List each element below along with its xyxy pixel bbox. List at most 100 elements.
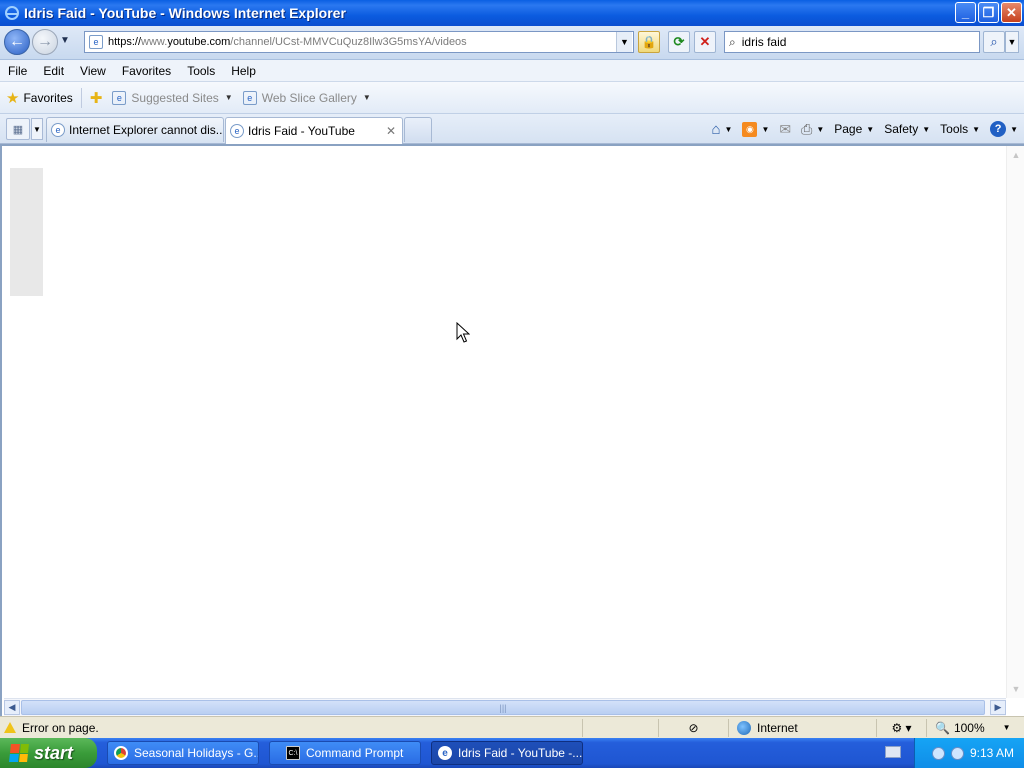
ie-page-icon: e xyxy=(242,90,257,105)
taskbar-item-chrome[interactable]: Seasonal Holidays - G... xyxy=(107,741,259,765)
address-bar[interactable]: e https://www. youtube.com/channel/UCst-M… xyxy=(84,31,634,53)
forward-arrow-icon: → xyxy=(37,33,53,50)
search-value: idris faid xyxy=(741,35,787,49)
fav-suggested-sites[interactable]: e Suggested Sites ▼ xyxy=(112,90,233,105)
scroll-down-icon[interactable]: ▼ xyxy=(1009,682,1023,696)
page-content: ▲ ▼ ◀ ||| ▶ xyxy=(0,144,1024,716)
close-tab-icon[interactable]: ✕ xyxy=(386,124,396,138)
command-bar: ⌂ ▼ ◉ ▼ ✉ ⎙ ▼ Page ▼ Safety ▼ Tools ▼ ? ▼ xyxy=(701,118,1018,140)
task-label: Command Prompt xyxy=(306,746,404,760)
command-prompt-icon: C:\ xyxy=(286,746,300,760)
chevron-down-icon: ▼ xyxy=(362,93,371,102)
forward-button[interactable]: → xyxy=(32,29,58,55)
zoom-level: 100% xyxy=(953,720,985,735)
zone-label: Internet xyxy=(757,720,798,735)
recent-pages-dropdown[interactable]: ▼ xyxy=(60,35,70,46)
new-tab-button[interactable] xyxy=(404,117,432,142)
chevron-down-icon: ▼ xyxy=(972,124,981,134)
help-button[interactable]: ? ▼ xyxy=(990,121,1018,137)
status-message: Error on page. xyxy=(22,720,99,735)
menu-view[interactable]: View xyxy=(72,64,114,78)
search-go-button[interactable]: ⌕ xyxy=(983,31,1005,53)
help-icon: ? xyxy=(990,121,1007,137)
network-icon[interactable] xyxy=(931,746,945,760)
rss-icon: ◉ xyxy=(742,121,758,137)
tab-list-dropdown[interactable]: ▼ xyxy=(31,118,43,140)
close-button[interactable]: ✕ xyxy=(1001,2,1022,23)
printer-icon: ⎙ xyxy=(801,120,813,137)
tools-menu-label: Tools xyxy=(940,122,969,136)
keyboard-icon[interactable] xyxy=(885,746,901,758)
scroll-up-icon[interactable]: ▲ xyxy=(1009,148,1023,162)
window-title: Idris Faid - YouTube - Windows Internet … xyxy=(24,5,346,21)
taskbar-item-cmd[interactable]: C:\ Command Prompt xyxy=(269,741,421,765)
ie-logo-icon xyxy=(5,6,19,20)
chevron-down-icon: ▼ xyxy=(761,124,770,134)
task-label: Idris Faid - YouTube -... xyxy=(458,746,583,760)
tab-youtube[interactable]: e Idris Faid - YouTube ✕ xyxy=(225,117,403,144)
safety-menu[interactable]: Safety ▼ xyxy=(884,122,930,136)
separator xyxy=(80,87,82,108)
popup-blocked-icon[interactable]: ⊘ xyxy=(658,718,728,737)
security-lock-icon[interactable]: 🔒 xyxy=(638,31,660,53)
page-icon: e xyxy=(89,35,103,49)
task-label: Seasonal Holidays - G... xyxy=(134,746,259,760)
address-dropdown[interactable]: ▼ xyxy=(616,32,632,52)
menu-file[interactable]: File xyxy=(0,64,35,78)
horizontal-scrollbar[interactable]: ◀ ||| ▶ xyxy=(4,698,1006,716)
stop-button[interactable]: ✕ xyxy=(694,31,716,53)
scroll-left-icon[interactable]: ◀ xyxy=(4,700,20,715)
fav-web-slice-gallery[interactable]: e Web Slice Gallery ▼ xyxy=(242,90,371,105)
feeds-button[interactable]: ◉ ▼ xyxy=(742,121,770,137)
address-toolbar: ← → ▼ e https://www. youtube.com/channel/… xyxy=(0,26,1024,60)
search-input[interactable]: ⌕ idris faid xyxy=(724,31,980,53)
protected-mode-icon[interactable]: ⚙ ▾ xyxy=(876,718,926,737)
tab-label: Internet Explorer cannot dis... xyxy=(69,123,224,137)
zoom-icon: 🔍 xyxy=(935,720,950,735)
security-icon[interactable] xyxy=(950,746,964,760)
warning-icon xyxy=(4,722,16,733)
menu-edit[interactable]: Edit xyxy=(35,64,72,78)
clock: 9:13 AM xyxy=(969,746,1014,760)
back-button[interactable]: ← xyxy=(4,29,30,55)
quick-tabs-button[interactable]: ▦ xyxy=(6,118,30,140)
home-button[interactable]: ⌂ ▼ xyxy=(711,121,732,138)
refresh-button[interactable]: ⟳ xyxy=(668,31,690,53)
vertical-scrollbar[interactable]: ▲ ▼ xyxy=(1006,146,1024,698)
url-path: /channel/UCst-MMVCuQuz8Ilw3G5msYA/videos xyxy=(230,36,467,48)
search-icon: ⌕ xyxy=(729,34,736,49)
mouse-cursor-icon xyxy=(456,322,470,343)
scroll-right-icon[interactable]: ▶ xyxy=(990,700,1006,715)
zoom-control[interactable]: 🔍 100% ▼ xyxy=(926,718,1011,737)
menu-help[interactable]: Help xyxy=(223,64,264,78)
menu-tools[interactable]: Tools xyxy=(179,64,223,78)
page-menu[interactable]: Page ▼ xyxy=(834,122,874,136)
minimize-button[interactable]: _ xyxy=(955,2,976,23)
ie-icon: e xyxy=(438,746,452,760)
tools-menu[interactable]: Tools ▼ xyxy=(940,122,980,136)
system-tray: 9:13 AM xyxy=(885,738,1024,768)
status-cell xyxy=(582,718,658,737)
start-label: start xyxy=(34,742,74,763)
home-icon: ⌂ xyxy=(711,120,721,138)
tab-ie-error[interactable]: e Internet Explorer cannot dis... xyxy=(46,117,224,142)
security-zone[interactable]: Internet xyxy=(728,718,876,737)
menu-favorites[interactable]: Favorites xyxy=(114,64,179,78)
read-mail-button[interactable]: ✉ xyxy=(779,121,791,138)
status-bar: Error on page. ⊘ Internet ⚙ ▾ 🔍 100% ▼ xyxy=(0,716,1024,738)
scroll-thumb[interactable]: ||| xyxy=(21,700,985,715)
url-prehost: www. xyxy=(141,36,168,48)
fav-label: Suggested Sites xyxy=(131,90,219,105)
search-options-dropdown[interactable]: ▼ xyxy=(1005,31,1019,53)
taskbar: start Seasonal Holidays - G... C:\ Comma… xyxy=(0,738,1024,768)
taskbar-item-ie[interactable]: e Idris Faid - YouTube -... xyxy=(431,741,583,765)
print-button[interactable]: ⎙ ▼ xyxy=(801,121,824,138)
maximize-button[interactable]: ❐ xyxy=(978,2,999,23)
start-button[interactable]: start xyxy=(0,738,97,768)
add-to-favorites-icon[interactable]: ✚ xyxy=(90,89,103,107)
ie-page-icon: e xyxy=(230,124,244,138)
favorites-button[interactable]: ★ Favorites xyxy=(6,89,73,107)
ie-page-icon: e xyxy=(51,123,65,137)
status-error[interactable]: Error on page. xyxy=(4,721,582,735)
tab-row: ▦ ▼ e Internet Explorer cannot dis... e … xyxy=(0,114,1024,144)
